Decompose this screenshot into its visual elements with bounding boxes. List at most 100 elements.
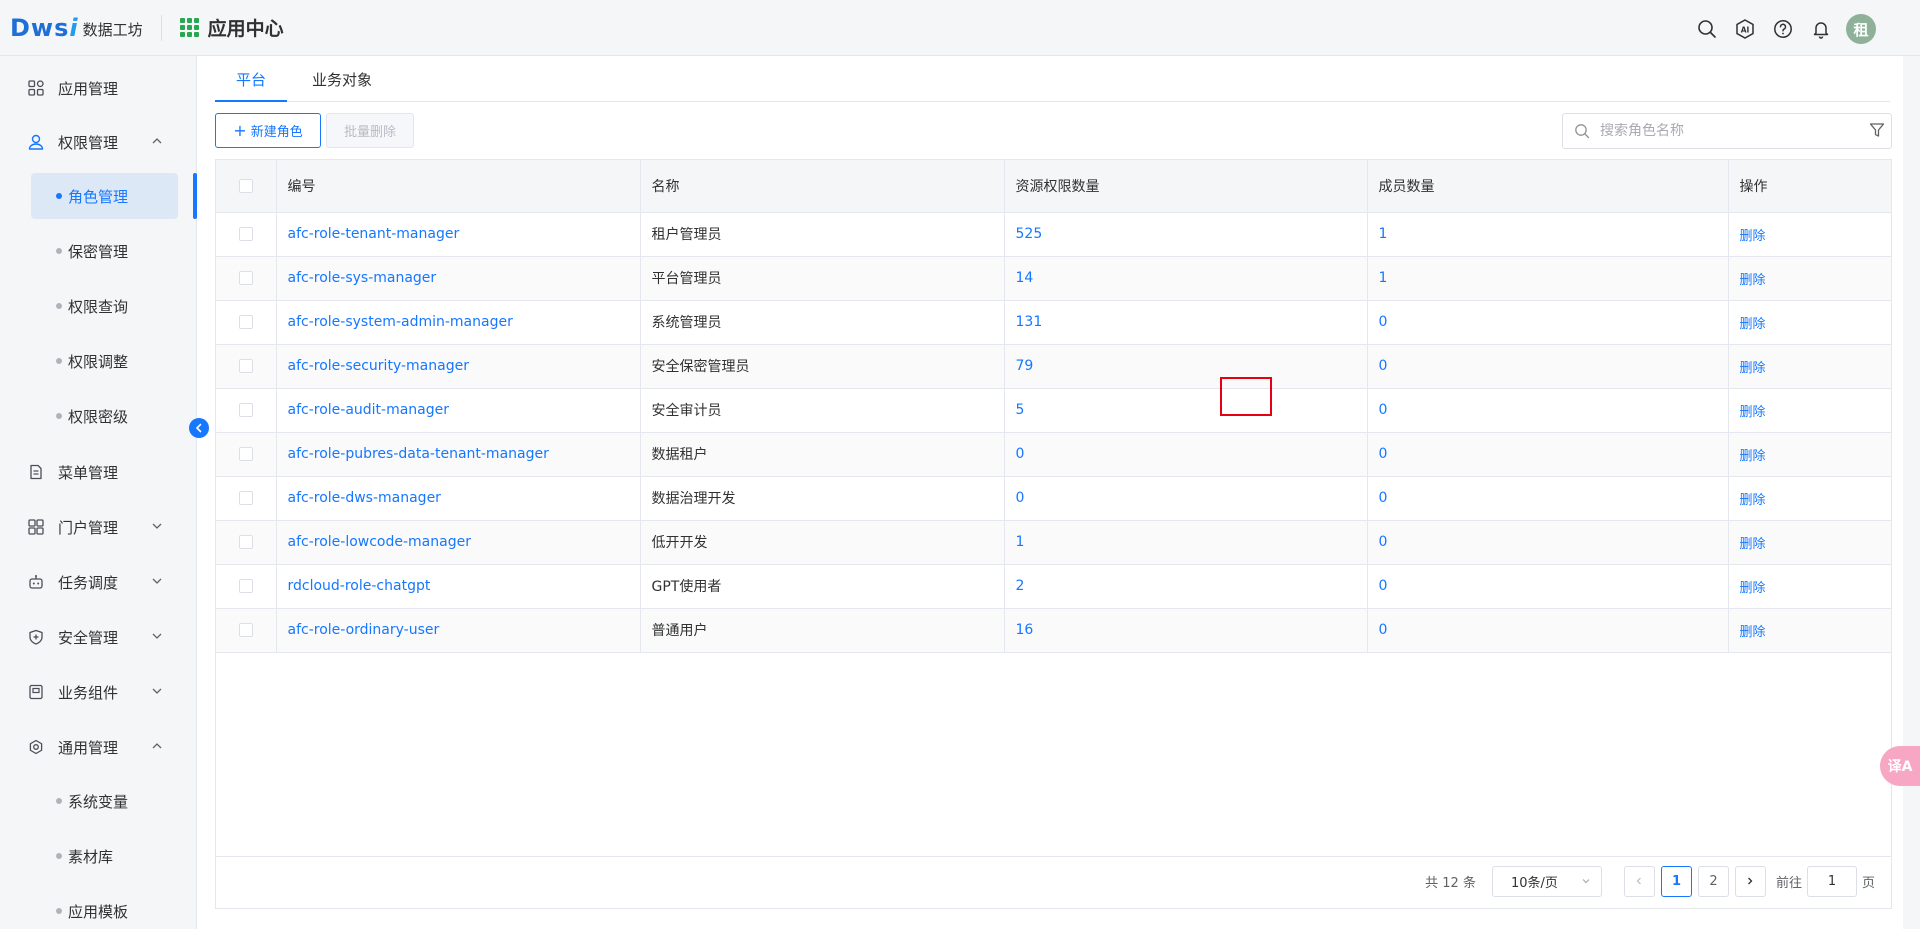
column-header-name[interactable]: 名称	[640, 160, 1005, 213]
logo[interactable]: Dwsi 数据工坊	[10, 0, 143, 56]
role-code-link[interactable]: rdcloud-role-chatgpt	[288, 578, 431, 594]
role-code-link[interactable]: afc-role-sys-manager	[288, 270, 437, 286]
sidebar-item-secrecy-management[interactable]: 保密管理	[31, 228, 178, 274]
delete-link[interactable]: 删除	[1740, 361, 1766, 376]
sidebar-item-role-management[interactable]: 角色管理	[31, 173, 178, 219]
resource-count-link[interactable]: 1	[1016, 534, 1025, 550]
sidebar-item-permission-query[interactable]: 权限查询	[31, 283, 178, 329]
tab-business-objects[interactable]: 业务对象	[287, 56, 397, 102]
row-checkbox[interactable]	[238, 359, 253, 373]
row-checkbox[interactable]	[238, 315, 253, 329]
prev-page-button[interactable]	[1623, 865, 1655, 897]
page-button-2[interactable]: 2	[1697, 865, 1729, 897]
role-code-link[interactable]: afc-role-security-manager	[288, 358, 469, 374]
member-count-link[interactable]: 0	[1379, 446, 1388, 462]
resource-count-link[interactable]: 16	[1016, 622, 1034, 638]
role-code-link[interactable]: afc-role-ordinary-user	[288, 622, 440, 638]
role-code-link[interactable]: afc-role-tenant-manager	[288, 226, 460, 242]
resource-count-link[interactable]: 2	[1016, 578, 1025, 594]
app-center[interactable]: 应用中心	[179, 14, 284, 41]
sidebar-item-permission-level[interactable]: 权限密级	[31, 393, 178, 439]
row-checkbox[interactable]	[238, 403, 253, 417]
delete-link[interactable]: 删除	[1740, 405, 1766, 420]
member-count-link[interactable]: 0	[1379, 314, 1388, 330]
page-button-1[interactable]: 1	[1660, 865, 1692, 897]
page-scrollbar[interactable]	[1903, 56, 1920, 929]
role-search-input[interactable]	[1600, 123, 1860, 139]
filter-icon[interactable]	[1869, 122, 1885, 138]
resource-count-link[interactable]: 5	[1016, 402, 1025, 418]
member-count-link[interactable]: 0	[1379, 578, 1388, 594]
column-header-resources[interactable]: 资源权限数量	[1004, 160, 1368, 213]
page-size-select[interactable]: 10条/页	[1491, 865, 1602, 897]
chevron-down-icon[interactable]	[150, 519, 164, 533]
ai-icon[interactable]: AI	[1732, 16, 1758, 42]
role-code-link[interactable]: afc-role-audit-manager	[288, 402, 450, 418]
sidebar-collapse-button[interactable]	[189, 418, 209, 438]
sidebar-item-general-management[interactable]: 通用管理	[0, 725, 197, 769]
sidebar-item-task-scheduling[interactable]: 任务调度	[0, 560, 197, 604]
avatar[interactable]: 租	[1846, 14, 1876, 44]
chevron-down-icon[interactable]	[150, 629, 164, 643]
sidebar-item-app-management[interactable]: 应用管理	[0, 66, 197, 110]
member-count-link[interactable]: 1	[1379, 226, 1388, 242]
resource-count-link[interactable]: 131	[1016, 314, 1043, 330]
delete-link[interactable]: 删除	[1740, 537, 1766, 552]
bell-icon[interactable]	[1808, 16, 1834, 42]
sidebar-item-security-management[interactable]: 安全管理	[0, 615, 197, 659]
resource-count-link[interactable]: 14	[1016, 270, 1034, 286]
row-checkbox[interactable]	[238, 447, 253, 461]
chevron-up-icon[interactable]	[150, 739, 164, 753]
row-checkbox[interactable]	[238, 579, 253, 593]
next-page-button[interactable]	[1734, 865, 1766, 897]
goto-page-input[interactable]: 1	[1806, 865, 1857, 897]
search-icon[interactable]	[1694, 16, 1720, 42]
member-count-link[interactable]: 0	[1379, 534, 1388, 550]
role-code-link[interactable]: afc-role-system-admin-manager	[288, 314, 513, 330]
sidebar-item-app-templates[interactable]: 应用模板	[31, 888, 178, 929]
member-count-link[interactable]: 0	[1379, 358, 1388, 374]
chevron-down-icon[interactable]	[150, 684, 164, 698]
tab-platform[interactable]: 平台	[215, 56, 287, 102]
delete-link[interactable]: 删除	[1740, 317, 1766, 332]
chevron-down-icon[interactable]	[150, 574, 164, 588]
sidebar-item-permission-adjust[interactable]: 权限调整	[31, 338, 178, 384]
member-count-link[interactable]: 0	[1379, 402, 1388, 418]
delete-link[interactable]: 删除	[1740, 273, 1766, 288]
delete-link[interactable]: 删除	[1740, 493, 1766, 508]
help-icon[interactable]	[1770, 16, 1796, 42]
chevron-up-icon[interactable]	[150, 134, 164, 148]
new-role-button[interactable]: + 新建角色	[215, 113, 321, 148]
delete-link[interactable]: 删除	[1740, 581, 1766, 596]
sidebar-item-system-variables[interactable]: 系统变量	[31, 778, 178, 824]
row-checkbox[interactable]	[238, 491, 253, 505]
resource-count-link[interactable]: 525	[1016, 226, 1043, 242]
column-header-code[interactable]: 编号	[276, 160, 641, 213]
sidebar-item-asset-library[interactable]: 素材库	[31, 833, 178, 879]
translate-icon[interactable]: 译A	[1880, 746, 1920, 786]
row-checkbox[interactable]	[238, 271, 253, 285]
member-count-link[interactable]: 0	[1379, 490, 1388, 506]
column-header-members[interactable]: 成员数量	[1367, 160, 1729, 213]
batch-delete-button[interactable]: 批量删除	[326, 113, 414, 148]
role-code-link[interactable]: afc-role-pubres-data-tenant-manager	[288, 446, 549, 462]
sidebar-item-menu-management[interactable]: 菜单管理	[0, 450, 197, 494]
row-checkbox[interactable]	[238, 535, 253, 549]
delete-link[interactable]: 删除	[1740, 449, 1766, 464]
resource-count-link[interactable]: 0	[1016, 446, 1025, 462]
row-checkbox[interactable]	[238, 623, 253, 637]
role-code-link[interactable]: afc-role-lowcode-manager	[288, 534, 471, 550]
member-count-link[interactable]: 1	[1379, 270, 1388, 286]
resource-count-link-cell: 131	[1004, 300, 1368, 345]
delete-link[interactable]: 删除	[1740, 625, 1766, 640]
member-count-link[interactable]: 0	[1379, 622, 1388, 638]
role-code-link[interactable]: afc-role-dws-manager	[288, 490, 441, 506]
sidebar-item-business-components[interactable]: 业务组件	[0, 670, 197, 714]
resource-count-link[interactable]: 0	[1016, 490, 1025, 506]
row-checkbox[interactable]	[238, 227, 253, 241]
sidebar-item-permission-management[interactable]: 权限管理	[0, 120, 197, 164]
sidebar-item-portal-management[interactable]: 门户管理	[0, 505, 197, 549]
delete-link[interactable]: 删除	[1740, 229, 1766, 244]
resource-count-link[interactable]: 79	[1016, 358, 1034, 374]
select-all-checkbox[interactable]	[238, 178, 253, 193]
